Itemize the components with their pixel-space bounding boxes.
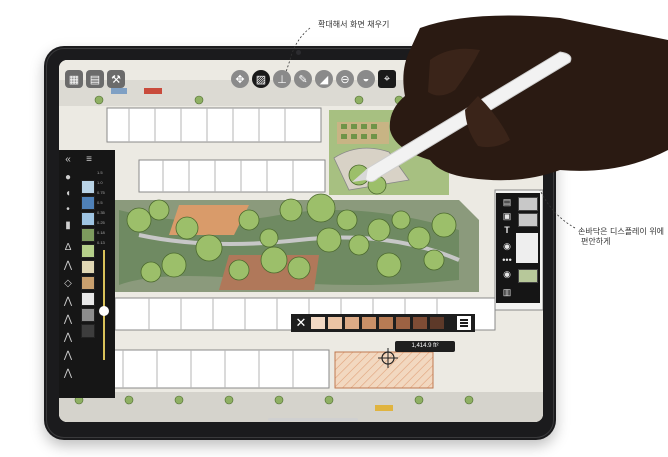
minus-circle-icon[interactable]: ⊖ [336,70,354,88]
color-swatch[interactable] [328,317,342,329]
smudge-tool-icon[interactable]: ◖ [62,188,74,200]
home-indicator [268,418,358,421]
site-plan-canvas[interactable] [59,60,543,422]
color-swatch[interactable] [81,196,95,210]
eye-icon[interactable]: ◉ [500,241,514,251]
layer-thumbnail[interactable] [516,233,538,263]
crosshair-icon[interactable] [378,348,398,368]
more-icon[interactable]: ••• [500,255,514,265]
app-screen[interactable]: ▦ ▤ ⚒ ✥ ▨ ⊥ ✎ ◢ ⊖ ◒ ⌖ « ≡ ● ◖ • ▮ ∆ ⋀ ◇ … [59,60,543,422]
pencil-tool-icon[interactable]: ⋀ [62,296,74,308]
menu-icon[interactable]: ≡ [83,154,95,166]
color-swatch[interactable] [81,292,95,306]
color-swatch[interactable] [81,212,95,226]
area-unit: ft² [433,343,439,349]
fineliner-tool-icon[interactable]: ⋀ [62,314,74,326]
pencil-icon[interactable]: ✎ [294,70,312,88]
pen-tool-icon[interactable]: ∆ [62,242,74,254]
color-swatch[interactable] [81,244,95,258]
layers-panel: ▤ ▣ T ◉ ••• ◉ ▥ [496,193,540,303]
image-icon[interactable]: ▣ [500,211,514,221]
color-swatch[interactable] [81,228,95,242]
triangle-icon[interactable]: ◢ [315,70,333,88]
layers-icon[interactable]: ▤ [86,70,104,88]
front-camera [296,50,301,55]
color-swatch[interactable] [81,308,95,322]
marker-tool-icon[interactable]: ⋀ [62,260,74,272]
close-icon[interactable]: ✕ [294,316,308,330]
area-value: 1,414.9 [411,343,432,349]
airbrush-tool-icon[interactable]: ⋀ [62,368,74,380]
color-swatch[interactable] [81,324,95,338]
annotation-palm-note-2: 편안하게 [581,237,611,246]
color-swatch[interactable] [81,276,95,290]
size-label: 1.5 [97,170,103,175]
eye-icon[interactable]: ◉ [500,269,514,279]
size-label: 0.18 [97,230,105,235]
technical-pen-icon[interactable]: ⋀ [62,332,74,344]
color-swatch[interactable] [379,317,393,329]
color-palette-bar: ✕ [291,314,475,332]
color-swatch[interactable] [396,317,410,329]
size-label: 0.35 [97,210,105,215]
layer-thumbnail[interactable] [518,213,538,227]
fill-tool-icon[interactable]: ▮ [62,220,74,232]
color-swatch[interactable] [81,260,95,274]
eraser-tool-icon[interactable]: ◇ [62,278,74,290]
wrench-icon[interactable]: ⚒ [107,70,125,88]
collapse-palette-icon[interactable]: « [62,154,74,166]
size-label: 0.75 [97,190,105,195]
dot-tool-icon[interactable]: • [62,204,74,216]
brush-tool-icon[interactable]: ● [62,172,74,184]
color-swatch[interactable] [345,317,359,329]
size-label: 0.5 [97,200,103,205]
layers-icon[interactable]: ▤ [500,197,514,207]
hatch-icon[interactable]: ▨ [252,70,270,88]
crosshair-icon[interactable]: ⌖ [378,70,396,88]
layer-thumbnail[interactable] [518,197,538,211]
grid-icon[interactable]: ▦ [65,70,83,88]
color-swatch[interactable] [362,317,376,329]
color-swatch[interactable] [430,317,444,329]
ruler-icon[interactable]: ⊥ [273,70,291,88]
menu-icon[interactable] [457,316,471,330]
color-swatch[interactable] [413,317,427,329]
ellipse-icon[interactable]: ◒ [357,70,375,88]
color-swatch[interactable] [311,317,325,329]
size-label: 0.13 [97,240,105,245]
tool-palette: « ≡ ● ◖ • ▮ ∆ ⋀ ◇ ⋀ ⋀ ⋀ ⋀ ⋀ 1.5 1.0 0.75… [59,150,115,398]
opacity-slider-knob[interactable] [99,305,109,316]
color-swatch[interactable] [81,180,95,194]
transform-icon[interactable]: ✥ [231,70,249,88]
calligraphy-pen-icon[interactable]: ⋀ [62,350,74,362]
size-label: 0.25 [97,220,105,225]
annotation-zoom-note: 확대해서 화면 채우기 [318,20,390,29]
text-icon[interactable]: T [500,225,514,235]
trash-icon[interactable]: ▥ [500,287,514,297]
area-measurement: 1,414.9 ft² [395,341,455,352]
size-label: 1.0 [97,180,103,185]
layer-thumbnail[interactable] [518,269,538,283]
